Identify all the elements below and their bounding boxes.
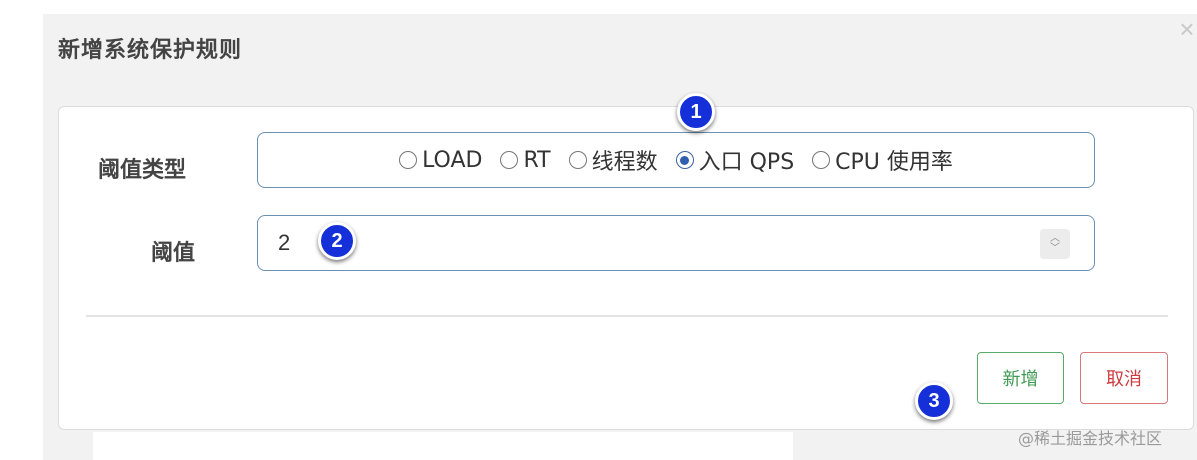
threshold-type-label: 阈值类型 xyxy=(98,158,187,183)
radio-option-cpu-usage[interactable]: CPU 使用率 xyxy=(812,144,953,176)
threshold-label: 阈值 xyxy=(151,241,196,266)
footer-divider xyxy=(86,315,1168,317)
threshold-input-box: ︿ ﹀ xyxy=(257,215,1095,271)
radio-circle-icon[interactable] xyxy=(568,151,587,169)
cancel-button[interactable]: 取消 xyxy=(1080,352,1168,404)
threshold-number-input[interactable] xyxy=(278,228,978,258)
radio-circle-icon[interactable] xyxy=(500,151,519,169)
radio-circle-icon[interactable] xyxy=(812,151,831,169)
radio-option-load[interactable]: LOAD xyxy=(399,148,482,173)
chevron-down-icon[interactable]: ﹀ xyxy=(1050,244,1060,254)
dialog-title: 新增系统保护规则 xyxy=(58,38,243,63)
watermark: @稀土掘金技术社区 xyxy=(1018,429,1163,448)
bottom-white-strip xyxy=(93,432,793,460)
threshold-type-radio-group: LOAD RT 线程数 入口 QPS CPU 使用率 xyxy=(257,132,1095,188)
radio-option-rt[interactable]: RT xyxy=(500,147,551,173)
close-icon[interactable]: × xyxy=(1177,14,1197,44)
radio-selected-icon[interactable] xyxy=(675,151,694,169)
annotation-badge-2: 2 xyxy=(318,222,356,260)
annotation-badge-1: 1 xyxy=(677,93,715,131)
radio-option-thread-count[interactable]: 线程数 xyxy=(568,144,658,176)
annotation-badge-3: 3 xyxy=(915,382,953,420)
number-spinner[interactable]: ︿ ﹀ xyxy=(1040,229,1070,259)
radio-label: LOAD xyxy=(422,147,483,173)
radio-label: RT xyxy=(523,147,551,173)
radio-circle-icon[interactable] xyxy=(399,151,418,169)
radio-option-entry-qps[interactable]: 入口 QPS xyxy=(675,144,795,176)
radio-label: 线程数 xyxy=(591,150,658,175)
radio-label: CPU 使用率 xyxy=(835,150,953,175)
add-button[interactable]: 新增 xyxy=(977,352,1064,404)
radio-label: 入口 QPS xyxy=(698,150,795,175)
